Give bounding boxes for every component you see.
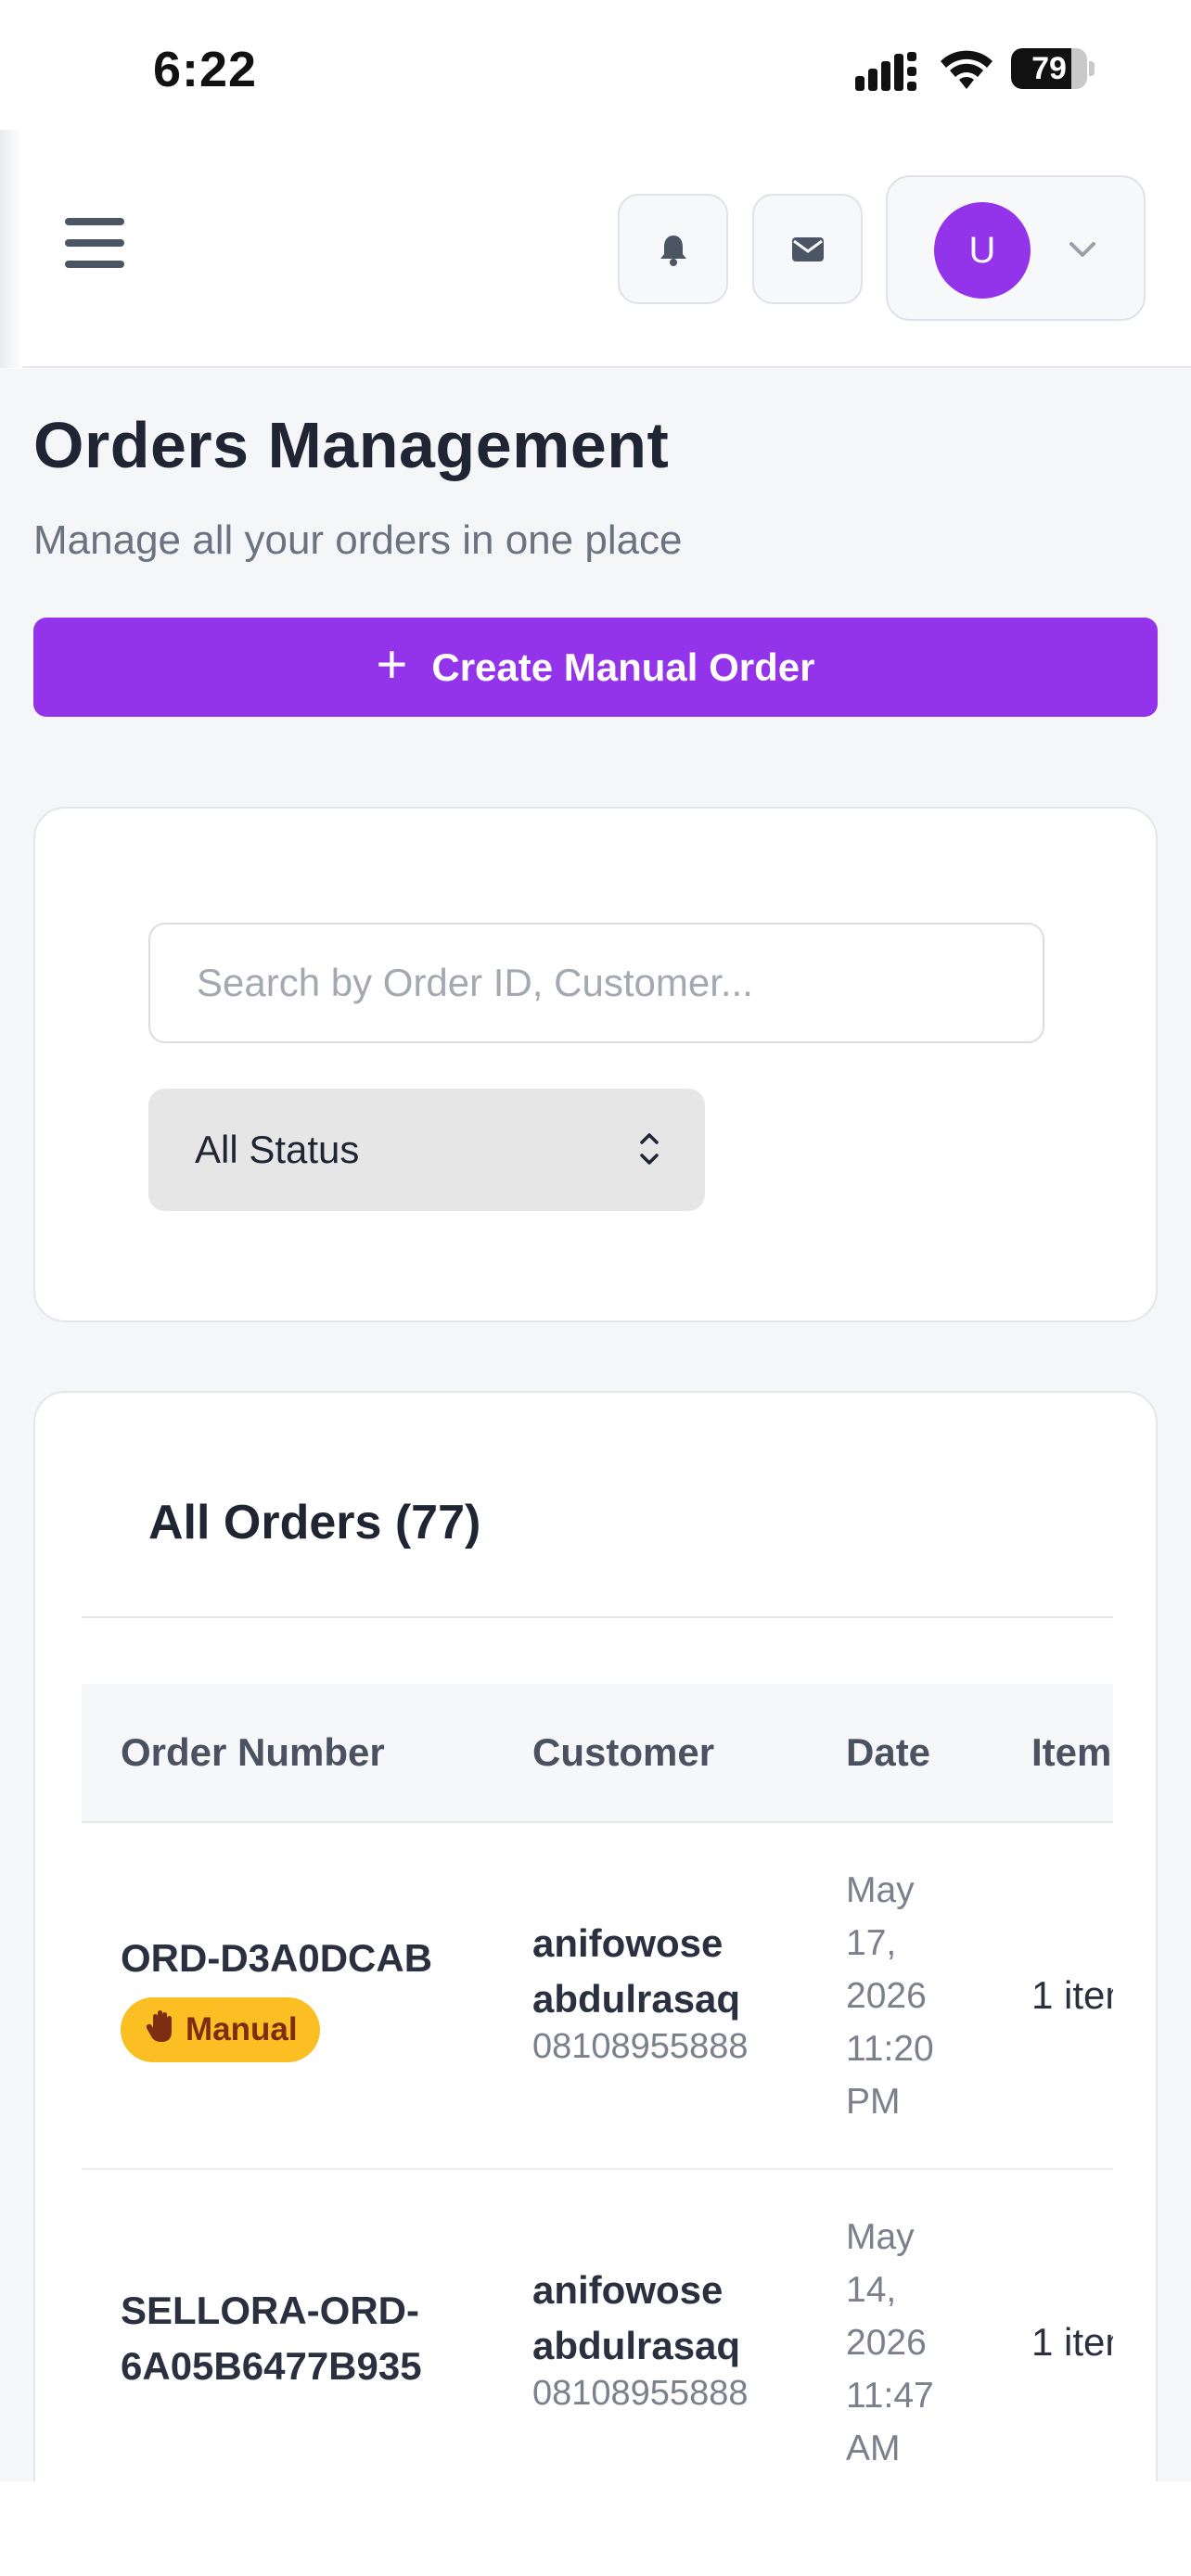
table-header: Order Number Customer Date Items xyxy=(82,1684,1113,1823)
plus-icon: + xyxy=(376,633,408,695)
customer-cell: anifowose abdulrasaq 08108955888 xyxy=(532,2263,748,2414)
status-select-value: All Status xyxy=(195,1128,360,1171)
page-subtitle: Manage all your orders in one place xyxy=(33,517,683,563)
status-select[interactable]: All Status xyxy=(148,1089,705,1211)
avatar: U xyxy=(934,202,1031,299)
user-menu-button[interactable]: U xyxy=(886,175,1146,321)
notifications-button[interactable] xyxy=(618,194,728,304)
customer-name: abdulrasaq xyxy=(532,2324,741,2367)
divider xyxy=(82,1616,1113,1618)
customer-name: anifowose xyxy=(532,1921,724,1965)
manual-badge: Manual xyxy=(121,1997,320,2062)
customer-phone: 08108955888 xyxy=(532,2027,749,2066)
column-header-date[interactable]: Date xyxy=(846,1730,930,1775)
orders-heading: All Orders (77) xyxy=(148,1496,481,1549)
messages-button[interactable] xyxy=(752,194,863,304)
order-date: May 14, 2026 11:47 AM xyxy=(846,2217,934,2468)
customer-name: anifowose xyxy=(532,2268,724,2312)
bottom-safe-area xyxy=(0,2481,1191,2576)
customer-name: abdulrasaq xyxy=(532,1977,741,2021)
order-number[interactable]: SELLORA-ORD- 6A05B6477B935 xyxy=(121,2283,422,2394)
column-header-order-number[interactable]: Order Number xyxy=(121,1730,385,1775)
customer-phone: 08108955888 xyxy=(532,2374,749,2413)
orders-table[interactable]: Order Number Customer Date Items ORD-D3A… xyxy=(82,1684,1113,2576)
column-header-items[interactable]: Items xyxy=(1031,1730,1113,1775)
order-date: May 17, 2026 11:20 PM xyxy=(846,1870,934,2122)
column-header-customer[interactable]: Customer xyxy=(532,1730,714,1775)
bell-icon xyxy=(660,235,686,266)
hand-icon xyxy=(145,2009,176,2051)
badge-label: Manual xyxy=(186,2011,298,2047)
table-row[interactable]: ORD-D3A0DCAB Manual anifowose abdulrasaq… xyxy=(82,1825,1113,2170)
order-items: 1 item xyxy=(1031,2320,1113,2364)
create-button-label: Create Manual Order xyxy=(431,644,815,689)
order-number[interactable]: ORD-D3A0DCAB xyxy=(121,1931,432,1986)
order-items: 1 item xyxy=(1031,1973,1113,2017)
battery-level: 79 xyxy=(1031,51,1067,86)
customer-cell: anifowose abdulrasaq 08108955888 xyxy=(532,1916,748,2067)
hamburger-icon[interactable] xyxy=(65,218,124,268)
orders-card: All Orders (77) Order Number Customer Da… xyxy=(33,1391,1158,2576)
select-arrows-icon xyxy=(640,1133,659,1165)
table-row[interactable]: SELLORA-ORD- 6A05B6477B935 anifowose abd… xyxy=(82,2172,1113,2517)
search-input[interactable] xyxy=(148,923,1044,1043)
create-manual-order-button[interactable]: + Create Manual Order xyxy=(33,618,1158,717)
envelope-icon xyxy=(791,236,824,261)
page-title: Orders Management xyxy=(33,409,670,481)
chevron-down-icon xyxy=(1069,242,1095,257)
status-time: 6:22 xyxy=(153,42,258,97)
filter-card: All Status xyxy=(33,807,1158,1322)
status-bar: 6:22 79 xyxy=(0,0,1191,130)
wifi-icon xyxy=(941,50,992,89)
signal-icon xyxy=(855,52,916,91)
battery-icon: 79 xyxy=(1011,48,1095,89)
